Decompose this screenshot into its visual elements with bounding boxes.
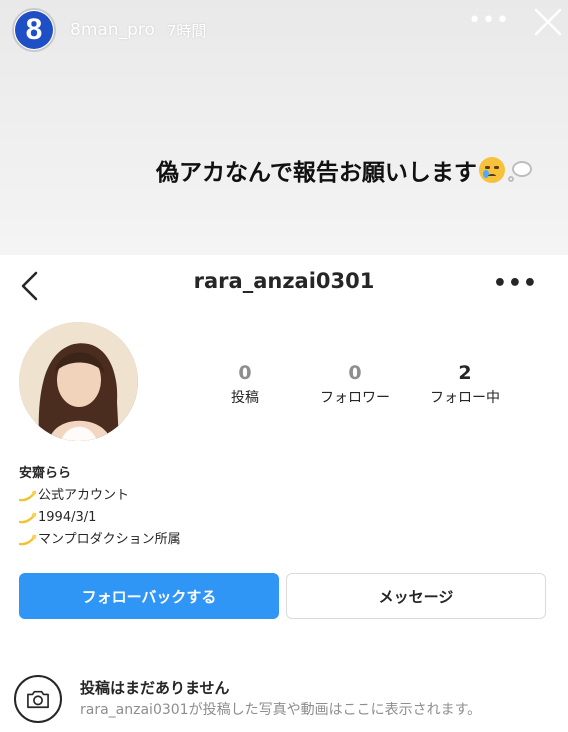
ellipsis-icon[interactable]: ••• <box>493 271 538 296</box>
stat-following-label: フォロー中 <box>430 390 500 406</box>
bio-line: 1994/3/1 <box>19 507 181 529</box>
story-avatar[interactable]: 8 <box>12 8 56 52</box>
stat-following-count: 2 <box>458 362 472 384</box>
crying-face-icon <box>478 157 505 183</box>
stat-posts-label: 投稿 <box>231 390 259 406</box>
bio-line-text: マンプロダクション所属 <box>38 532 181 547</box>
message-button[interactable]: メッセージ <box>286 573 546 619</box>
story-avatar-badge: 8 <box>15 11 53 49</box>
story-timestamp: 7時間 <box>166 21 207 40</box>
empty-posts-title: 投稿はまだありません <box>80 679 230 697</box>
thought-bubble-icon <box>507 157 536 183</box>
shooting-star-icon <box>19 512 37 524</box>
story-caption: 偽アカなんで報告お願いします <box>156 152 536 188</box>
profile-panel: rara_anzai0301 ••• 0 投稿 0 フォロワー 2 フォロー中 … <box>0 255 568 732</box>
stat-followers-count: 0 <box>348 362 362 384</box>
profile-avatar[interactable] <box>19 322 138 441</box>
stat-posts[interactable]: 0 投稿 <box>190 362 300 407</box>
bio-line-text: 公式アカウント <box>38 488 130 503</box>
bio-line: 公式アカウント <box>19 485 181 507</box>
bio-line-text: 1994/3/1 <box>38 510 97 525</box>
follow-back-button[interactable]: フォローバックする <box>19 573 279 619</box>
stat-followers-label: フォロワー <box>320 390 390 406</box>
camera-icon <box>14 675 62 723</box>
stat-following[interactable]: 2 フォロー中 <box>410 362 520 407</box>
story-username[interactable]: 8man_pro <box>70 20 155 40</box>
bio-line: マンプロダクション所属 <box>19 529 181 551</box>
close-icon[interactable] <box>530 4 566 40</box>
profile-bio: 安齋らら 公式アカウント 1994/3/1 マンプロダクション所属 <box>19 463 181 551</box>
stat-posts-count: 0 <box>238 362 252 384</box>
profile-display-name: 安齋らら <box>19 466 72 481</box>
shooting-star-icon <box>19 534 37 546</box>
empty-posts-subtitle: rara_anzai0301が投稿した写真や動画はここに表示されます。 <box>80 702 482 718</box>
story-caption-text: 偽アカなんで報告お願いします <box>156 159 477 186</box>
story-overlay: 8 8man_pro 7時間 ••• 偽アカなんで報告お願いします <box>0 0 568 255</box>
profile-username-title: rara_anzai0301 <box>193 269 375 293</box>
stat-followers[interactable]: 0 フォロワー <box>300 362 410 407</box>
ellipsis-icon[interactable]: ••• <box>468 8 510 33</box>
shooting-star-icon <box>19 490 37 502</box>
